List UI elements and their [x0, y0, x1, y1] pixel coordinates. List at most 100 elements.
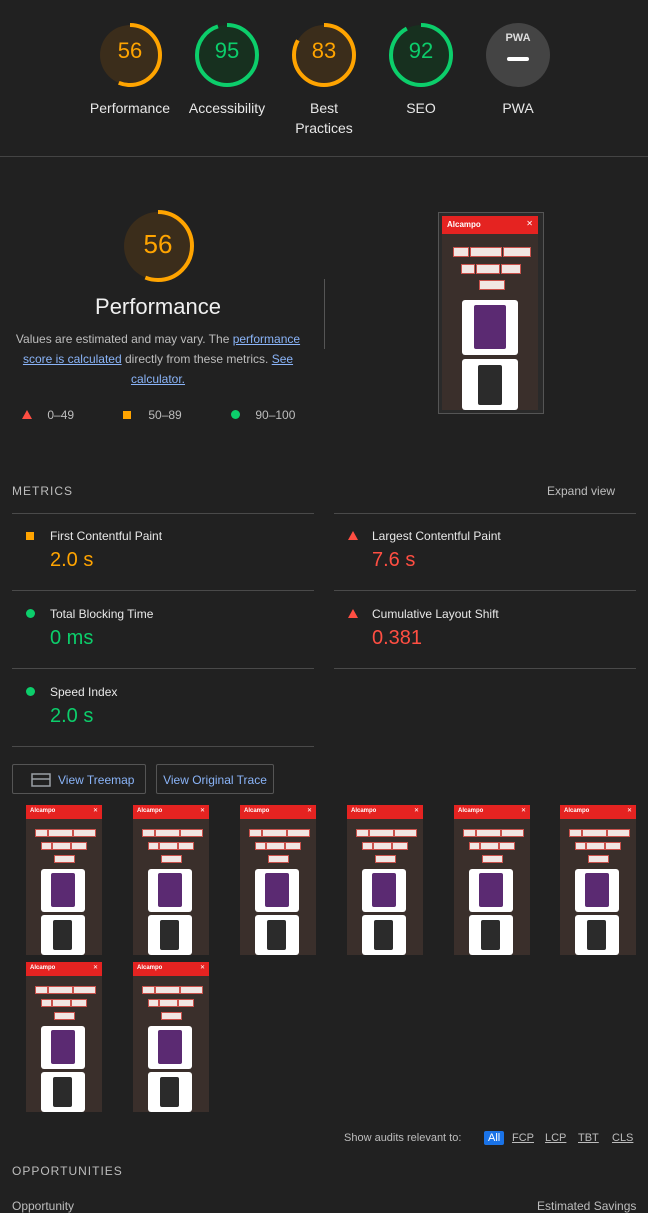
close-icon: ✕	[92, 965, 98, 971]
performance-description: Values are estimated and may vary. The p…	[12, 329, 304, 389]
product-card	[462, 300, 518, 355]
filter-all[interactable]: All	[484, 1131, 505, 1145]
close-icon: ✕	[626, 808, 632, 814]
view-original-trace-button[interactable]: View Original Trace	[156, 764, 274, 794]
product-card	[362, 915, 406, 955]
product-card	[41, 1026, 85, 1069]
close-icon: ✕	[413, 808, 419, 814]
filter-tbt[interactable]: TBT	[578, 1132, 599, 1144]
brand-logo: Alcampo	[244, 808, 270, 814]
triangle-icon	[348, 609, 358, 618]
close-icon: ✕	[526, 219, 533, 228]
desc-text: Values are estimated and may vary. The	[15, 332, 233, 346]
product-card	[469, 869, 513, 912]
score-value: 83	[311, 38, 337, 63]
score-value: 95	[214, 38, 240, 63]
filmstrip-frame: Alcampo ✕	[240, 805, 316, 955]
pwa-badge-text: PWA	[505, 32, 531, 44]
product-card	[148, 915, 192, 955]
metric-divider	[12, 668, 314, 669]
final-screenshot-frame[interactable]: Alcampo ✕	[438, 212, 544, 414]
legend-average: 50–89	[123, 408, 182, 422]
product-card	[255, 915, 299, 955]
metric-divider	[12, 590, 314, 591]
filmstrip-frame: Alcampo ✕	[26, 805, 102, 955]
performance-score: 56	[143, 229, 173, 259]
product-card	[148, 1072, 192, 1112]
brand-logo: Alcampo	[30, 808, 56, 814]
brand-logo: Alcampo	[564, 808, 590, 814]
brand-logo: Alcampo	[351, 808, 377, 814]
legend-pass: 90–100	[231, 408, 295, 422]
metric-value: 0.381	[372, 627, 423, 649]
filmstrip-frame: Alcampo ✕	[26, 962, 102, 1112]
metric-title: Total Blocking Time	[50, 607, 154, 621]
circle-icon	[26, 687, 35, 696]
close-icon: ✕	[199, 808, 205, 814]
score-pwa[interactable]: PWA PWA	[458, 22, 578, 118]
vertical-divider	[324, 279, 325, 349]
estimated-savings-column-header: Estimated Savings	[537, 1199, 637, 1213]
gauge-best-practices: 83	[291, 22, 357, 88]
performance-title: Performance	[95, 294, 221, 319]
gauge-accessibility: 95	[194, 22, 260, 88]
product-card	[255, 869, 299, 912]
gauge-performance: 56	[97, 22, 163, 88]
metric-value: 2.0 s	[50, 549, 94, 571]
metric-value: 2.0 s	[50, 705, 94, 727]
score-label: Best Practices	[295, 100, 353, 136]
legend-label: 90–100	[255, 408, 296, 422]
gauge-seo: 92	[388, 22, 454, 88]
metrics-heading: METRICS	[12, 484, 73, 498]
metric-divider	[334, 513, 636, 514]
expand-view-toggle[interactable]: Expand view	[547, 484, 615, 498]
product-card	[148, 1026, 192, 1069]
filter-fcp[interactable]: FCP	[512, 1132, 534, 1144]
filmstrip-frame: Alcampo ✕	[133, 805, 209, 955]
legend-fail: 0–49	[22, 408, 74, 422]
score-label: PWA	[502, 100, 534, 116]
filter-cls[interactable]: CLS	[612, 1132, 633, 1144]
close-icon: ✕	[199, 965, 205, 971]
view-treemap-button[interactable]: View Treemap	[12, 764, 146, 794]
close-icon: ✕	[306, 808, 312, 814]
filter-lcp[interactable]: LCP	[545, 1132, 566, 1144]
pwa-icon: PWA	[485, 22, 551, 88]
square-icon	[123, 411, 131, 419]
product-card	[148, 869, 192, 912]
filmstrip-frame: Alcampo ✕	[133, 962, 209, 1112]
score-value: 56	[117, 38, 143, 63]
header-divider	[0, 156, 648, 157]
brand-logo: Alcampo	[30, 965, 56, 971]
metric-divider	[334, 590, 636, 591]
button-label: View Treemap	[58, 773, 135, 787]
brand-logo: Alcampo	[137, 965, 163, 971]
filmstrip-frame: Alcampo ✕	[454, 805, 530, 955]
score-value: 92	[408, 38, 434, 63]
final-screenshot: Alcampo ✕	[442, 216, 538, 410]
metric-divider	[334, 668, 636, 669]
metric-value: 7.6 s	[372, 549, 416, 571]
audit-filter-label: Show audits relevant to:	[344, 1132, 462, 1144]
product-card	[469, 915, 513, 955]
opportunities-heading: OPPORTUNITIES	[12, 1164, 123, 1178]
product-card	[41, 1072, 85, 1112]
metric-value: 0 ms	[50, 627, 94, 649]
metric-title: Cumulative Layout Shift	[372, 607, 499, 621]
button-label: View Original Trace	[163, 773, 267, 787]
desc-text: directly from these metrics.	[121, 352, 272, 366]
close-icon: ✕	[92, 808, 98, 814]
metric-divider	[12, 513, 314, 514]
product-card	[362, 869, 406, 912]
close-icon: ✕	[520, 808, 526, 814]
product-card	[41, 869, 85, 912]
treemap-icon	[31, 773, 51, 787]
metric-title: First Contentful Paint	[50, 529, 163, 543]
product-card	[575, 869, 619, 912]
legend-label: 0–49	[47, 408, 75, 422]
metric-title: Speed Index	[50, 685, 118, 699]
product-card	[462, 359, 518, 410]
metric-divider	[12, 746, 314, 747]
brand-logo: Alcampo	[447, 220, 481, 229]
triangle-icon	[22, 410, 32, 419]
